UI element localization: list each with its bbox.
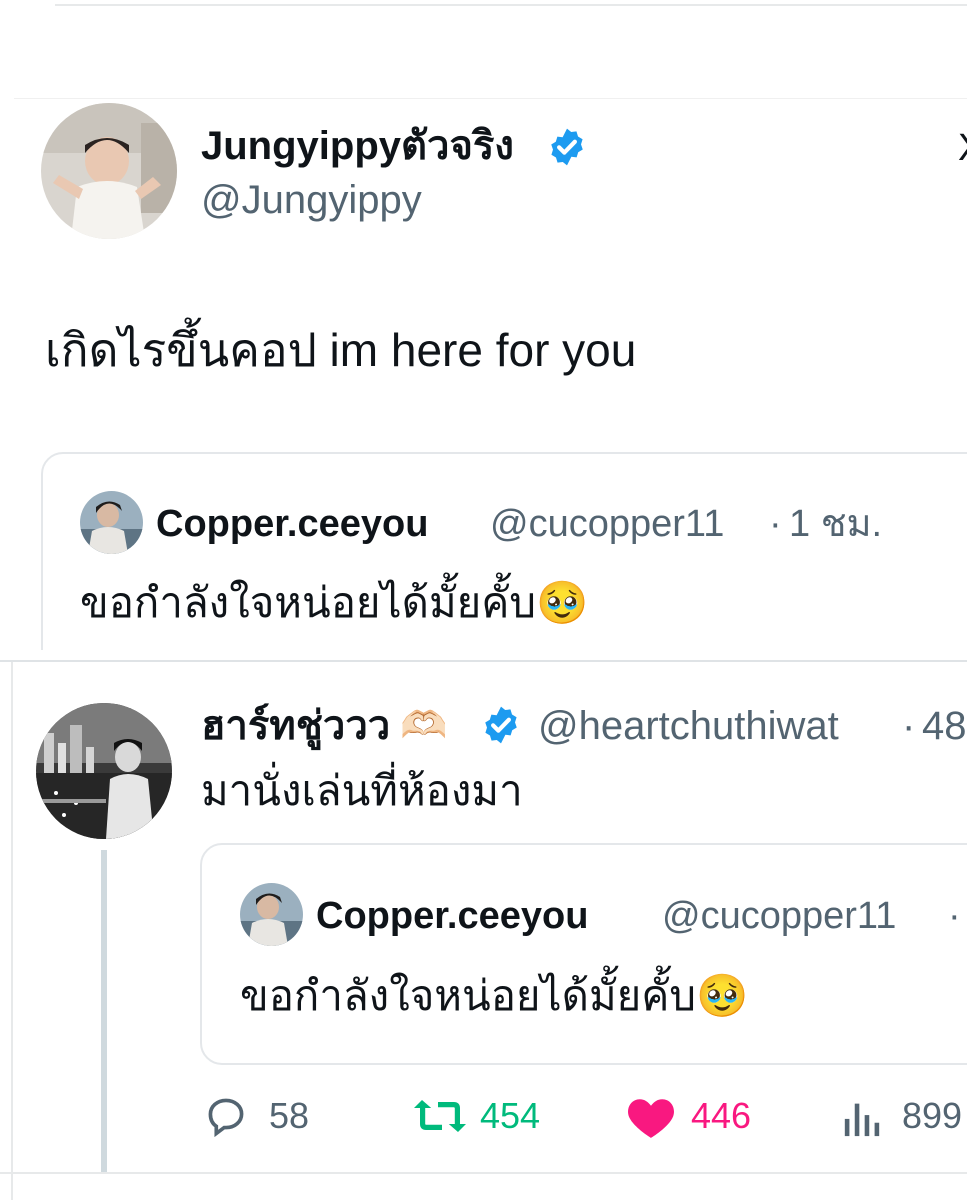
reply-quoted-tweet-text: ขอกำลังใจหน่อยได้มั้ยคั้บ🥹 <box>240 970 748 1022</box>
quoted-author-handle[interactable]: @cucopper11 <box>490 501 724 547</box>
reply-count: 58 <box>269 1095 310 1136</box>
quoted-timestamp[interactable]: 1 ชม. <box>789 501 882 547</box>
top-divider <box>55 4 967 6</box>
quoted-author-name[interactable]: Copper.ceeyou <box>156 501 428 547</box>
reply-quoted-tweet-card[interactable] <box>200 843 967 1065</box>
views-count: 899 <box>902 1095 963 1136</box>
quoted-tweet-text: ขอกำลังใจหน่อยได้มั้ยคั้บ🥹 <box>80 577 588 629</box>
like-count: 446 <box>691 1095 752 1136</box>
verified-badge-icon <box>480 704 522 746</box>
verified-badge-icon <box>546 126 588 168</box>
reply-quoted-author-avatar[interactable] <box>240 883 303 946</box>
pleading-face-emoji: 🥹 <box>696 972 749 1019</box>
reply-author-name[interactable]: ฮาร์ทชู่ววว <box>201 702 390 750</box>
reply-author-handle[interactable]: @heartchuthiwat <box>538 702 839 750</box>
main-author-avatar[interactable] <box>41 103 177 239</box>
retweet-action-button[interactable]: 454 <box>412 1092 572 1140</box>
quoted-separator: · <box>769 503 782 545</box>
thread-connector-line <box>101 850 107 1172</box>
reply-action-button[interactable]: 58 <box>203 1092 333 1140</box>
like-action-button[interactable]: 446 <box>625 1092 785 1140</box>
more-options-icon[interactable]: X <box>958 124 967 172</box>
heart-hands-emoji: 🫶🏻 <box>400 705 448 747</box>
reply-icon <box>208 1098 244 1138</box>
reply-tweet-text: มานั่งเล่นที่ห้องมา <box>201 767 523 814</box>
left-border <box>11 662 13 1200</box>
main-author-name[interactable]: Jungyippyตัวจริง <box>201 122 514 170</box>
retweet-count: 454 <box>480 1095 541 1136</box>
quoted-tweet-text-body: ขอกำลังใจหน่อยได้มั้ยคั้บ <box>80 579 536 626</box>
reply-quoted-tweet-text-body: ขอกำลังใจหน่อยได้มั้ยคั้บ <box>240 972 696 1019</box>
views-chart-icon <box>844 1103 880 1137</box>
section-divider <box>0 660 967 662</box>
pleading-face-emoji: 🥹 <box>536 579 589 626</box>
heart-filled-icon <box>628 1099 674 1138</box>
reply-author-avatar[interactable] <box>36 703 172 839</box>
reply-timestamp[interactable]: 48 <box>922 702 967 750</box>
retweet-icon <box>414 1100 466 1132</box>
reply-separator: · <box>902 704 916 748</box>
reply-quoted-author-handle[interactable]: @cucopper11 <box>662 893 896 939</box>
views-action-button[interactable]: 899 <box>840 1092 967 1140</box>
reply-quoted-separator: · <box>948 895 961 937</box>
main-author-handle[interactable]: @Jungyippy <box>201 176 422 224</box>
reply-quoted-author-name[interactable]: Copper.ceeyou <box>316 893 588 939</box>
quoted-author-avatar[interactable] <box>80 491 143 554</box>
main-tweet-text: เกิดไรขึ้นคอป im here for you <box>45 324 637 376</box>
bottom-divider <box>0 1172 967 1174</box>
